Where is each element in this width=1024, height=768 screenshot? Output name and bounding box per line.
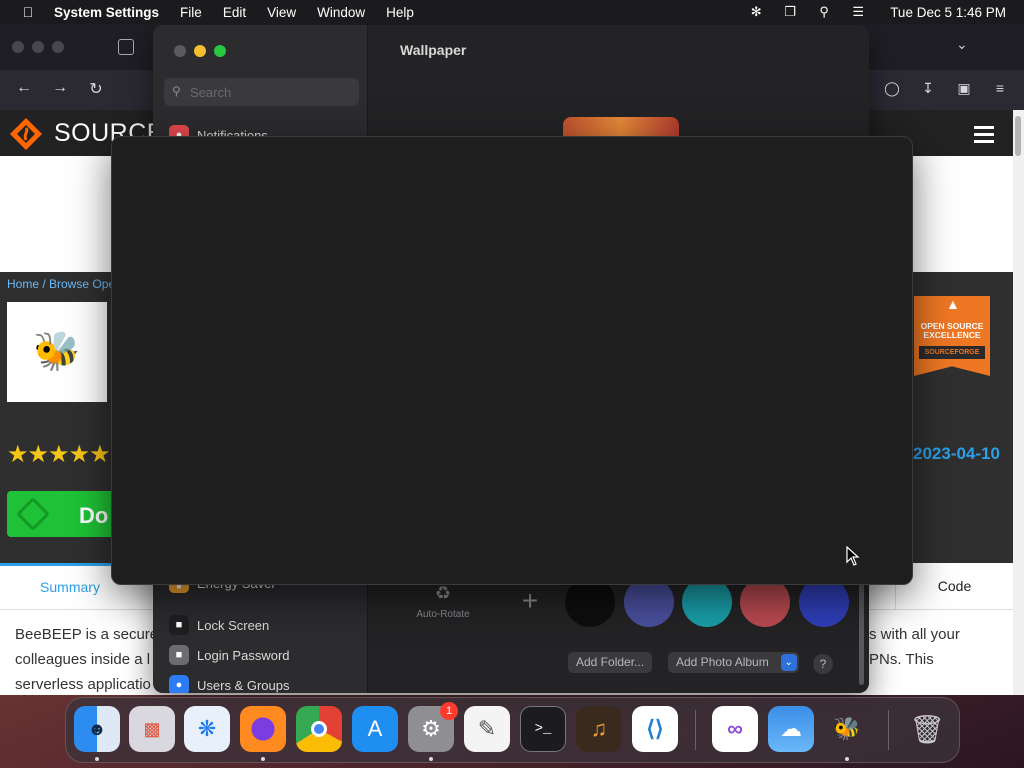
back-arrow-icon[interactable]: ← bbox=[14, 79, 34, 97]
sidebar-item-label: Users & Groups bbox=[197, 677, 290, 693]
downloads-icon[interactable]: ↧ bbox=[918, 80, 938, 97]
open-source-excellence-badge[interactable]: ▲ OPEN SOURCE EXCELLENCE SOURCEFORGE bbox=[914, 296, 990, 376]
auto-rotate-option[interactable]: ♻ Auto-Rotate bbox=[411, 583, 475, 620]
pocket-icon[interactable]: ◯ bbox=[882, 80, 902, 97]
dock-visual-studio-icon[interactable]: ∞ bbox=[712, 706, 758, 752]
last-update-date: 2023-04-10 bbox=[913, 444, 1000, 463]
app-menu-icon[interactable]: ≡ bbox=[990, 80, 1010, 96]
rating-stars[interactable]: ★★★★★ bbox=[7, 440, 111, 469]
page-scrollbar[interactable] bbox=[1013, 110, 1024, 695]
download-button[interactable]: Do bbox=[7, 491, 117, 537]
dock-garageband-icon[interactable]: ♫ bbox=[576, 706, 622, 752]
download-label: Do bbox=[79, 503, 109, 528]
menu-app-name[interactable]: System Settings bbox=[54, 5, 159, 20]
dock-chrome-icon[interactable] bbox=[296, 706, 342, 752]
settings-search[interactable]: ⚲ bbox=[164, 78, 359, 106]
padlock-icon: ■ bbox=[169, 645, 189, 665]
add-color-plus-icon[interactable]: + bbox=[515, 585, 545, 617]
dock-terminal-icon[interactable]: >_ bbox=[520, 706, 566, 752]
sidebar-item-label: Login Password bbox=[197, 647, 290, 663]
scrollbar-thumb[interactable] bbox=[1015, 116, 1021, 156]
auto-rotate-label: Auto-Rotate bbox=[416, 609, 470, 620]
add-photo-album-button[interactable]: Add Photo Album ⌄ bbox=[668, 652, 799, 673]
dock-separator bbox=[695, 710, 696, 750]
zoom-window-button[interactable] bbox=[214, 45, 226, 57]
close-window-button[interactable] bbox=[12, 41, 24, 53]
dock-finder-icon[interactable]: ☻ bbox=[74, 706, 120, 752]
minimize-window-button[interactable] bbox=[32, 41, 44, 53]
spotlight-search-icon[interactable]: ⚲ bbox=[816, 4, 832, 19]
users-icon: ● bbox=[169, 675, 189, 693]
description-line: BeeBEEP is a secure bbox=[15, 626, 155, 643]
search-icon: ⚲ bbox=[172, 84, 181, 98]
description-line: colleagues inside a l bbox=[15, 651, 151, 668]
running-indicator bbox=[95, 757, 99, 761]
project-description-left: BeeBEEP is a secure colleagues inside a … bbox=[15, 622, 155, 695]
zoom-window-button[interactable] bbox=[52, 41, 64, 53]
dock-beebeep-icon[interactable]: 🐝 bbox=[824, 706, 870, 752]
breadcrumb[interactable]: Home / Browse Ope bbox=[7, 277, 115, 291]
close-window-button[interactable] bbox=[174, 45, 186, 57]
sidebar-item-login-password[interactable]: ■ Login Password bbox=[169, 644, 290, 666]
running-indicator bbox=[845, 757, 849, 761]
dock: ☻ ▩ ❋ A ⚙ ✎ >_ ♫ ⟨⟩ ∞ ☁ 🐝 🗑 bbox=[65, 697, 960, 763]
menu-edit[interactable]: Edit bbox=[223, 5, 246, 20]
page-title: Wallpaper bbox=[400, 42, 467, 58]
sourceforge-logo-icon[interactable] bbox=[8, 116, 44, 152]
dock-trash-icon[interactable]: 🗑 bbox=[904, 706, 950, 752]
add-photo-album-label: Add Photo Album bbox=[676, 655, 769, 669]
minimize-window-button[interactable] bbox=[194, 45, 206, 57]
running-indicator bbox=[261, 757, 265, 761]
blank-overlay-window[interactable] bbox=[111, 136, 913, 585]
hamburger-menu-icon[interactable] bbox=[974, 126, 994, 143]
menu-window[interactable]: Window bbox=[317, 5, 365, 20]
dock-vscode-icon[interactable]: ⟨⟩ bbox=[632, 706, 678, 752]
description-line: s with all your bbox=[869, 626, 960, 643]
chevron-down-icon[interactable]: ⌄ bbox=[780, 654, 797, 671]
tab-overview-icon[interactable] bbox=[118, 39, 134, 55]
badge-brand: SOURCEFORGE bbox=[919, 346, 985, 359]
beebeep-status-icon[interactable]: ✻ bbox=[748, 4, 764, 19]
menu-bar-clock[interactable]: Tue Dec 5 1:46 PM bbox=[890, 5, 1006, 20]
download-icon bbox=[16, 497, 50, 531]
control-center-icon[interactable]: ☰ bbox=[850, 4, 866, 19]
dock-textedit-icon[interactable]: ✎ bbox=[464, 706, 510, 752]
mouse-pointer-icon bbox=[846, 546, 860, 566]
dock-app-store-icon[interactable]: A bbox=[352, 706, 398, 752]
project-description-right: s with all your PNs. This bbox=[869, 622, 1013, 672]
settings-search-input[interactable] bbox=[190, 82, 350, 102]
project-logo-bee-icon: 🐝 bbox=[7, 302, 107, 402]
notification-badge: 1 bbox=[440, 702, 458, 720]
reload-icon[interactable]: ↻ bbox=[86, 79, 106, 99]
menu-view[interactable]: View bbox=[267, 5, 296, 20]
badge-line-2: EXCELLENCE bbox=[923, 330, 981, 340]
menu-help[interactable]: Help bbox=[386, 5, 414, 20]
description-line: serverless applicatio bbox=[15, 676, 151, 693]
sidebar-item-label: Lock Screen bbox=[197, 617, 270, 633]
screen-mirroring-icon[interactable]: ❐ bbox=[782, 4, 798, 19]
lock-icon: ■ bbox=[169, 615, 189, 635]
forward-arrow-icon[interactable]: → bbox=[50, 79, 70, 97]
add-folder-button[interactable]: Add Folder... bbox=[568, 652, 653, 673]
dock-launchpad-icon[interactable]: ▩ bbox=[129, 706, 175, 752]
menu-file[interactable]: File bbox=[180, 5, 202, 20]
sidebar-item-users-groups[interactable]: ● Users & Groups bbox=[169, 674, 289, 693]
auto-rotate-icon: ♻ bbox=[434, 583, 452, 603]
list-all-tabs-chevron-icon[interactable]: ⌄ bbox=[956, 36, 968, 53]
help-button[interactable]: ? bbox=[813, 654, 833, 674]
sidebar-item-lock-screen[interactable]: ■ Lock Screen bbox=[169, 614, 269, 636]
extensions-icon[interactable]: ▣ bbox=[954, 80, 974, 97]
running-indicator bbox=[429, 757, 433, 761]
current-wallpaper-preview[interactable] bbox=[563, 117, 679, 137]
menu-bar:  System Settings File Edit View Window … bbox=[0, 0, 1024, 24]
dock-weather-icon[interactable]: ☁ bbox=[768, 706, 814, 752]
dock-separator bbox=[888, 710, 889, 750]
apple-menu-icon[interactable]:  bbox=[18, 4, 38, 20]
description-line: PNs. This bbox=[869, 651, 934, 668]
dock-firefox-icon[interactable] bbox=[240, 706, 286, 752]
dock-safari-icon[interactable]: ❋ bbox=[184, 706, 230, 752]
flame-icon: ▲ bbox=[946, 296, 960, 312]
